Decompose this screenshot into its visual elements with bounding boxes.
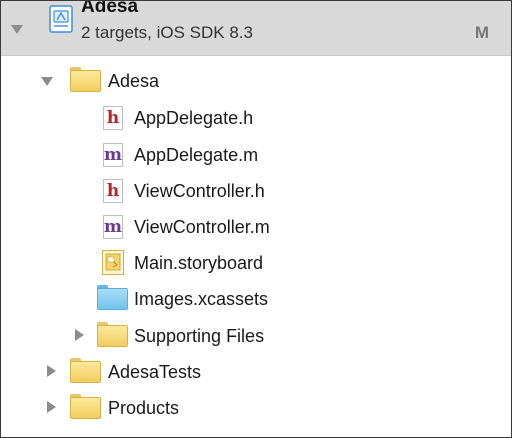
file-appdelegate-m-label: AppDelegate.m (134, 145, 259, 165)
file-main-storyboard-label: Main.storyboard (134, 253, 264, 273)
folder-icon (97, 322, 128, 347)
file-appdelegate-h-row[interactable]: h AppDelegate.h (1, 100, 511, 137)
asset-catalog-folder-icon (97, 285, 128, 310)
group-adesa-label: Adesa (108, 71, 160, 91)
folder-icon (70, 394, 101, 419)
storyboard-icon (102, 250, 124, 275)
file-viewcontroller-h-row[interactable]: h ViewController.h (1, 173, 511, 210)
project-name: Adesa (81, 0, 139, 17)
xcode-project-icon (49, 5, 73, 33)
group-products-row[interactable]: Products (1, 390, 511, 427)
disclosure-closed-icon[interactable] (47, 401, 56, 413)
file-images-xcassets-label: Images.xcassets (134, 289, 269, 309)
file-appdelegate-h-label: AppDelegate.h (134, 108, 254, 128)
group-supporting-files-row[interactable]: Supporting Files (1, 318, 511, 355)
group-supporting-files-label: Supporting Files (134, 326, 265, 346)
group-adesa-tests-row[interactable]: AdesaTests (1, 354, 511, 391)
disclosure-closed-icon[interactable] (75, 329, 84, 341)
source-control-status-badge: M (474, 23, 489, 42)
file-main-storyboard-row[interactable]: Main.storyboard (1, 245, 511, 282)
disclosure-open-icon[interactable] (41, 77, 53, 86)
project-row[interactable]: Adesa 2 targets, iOS SDK 8.3 M (1, 1, 511, 56)
file-images-xcassets-row[interactable]: Images.xcassets (1, 281, 511, 318)
folder-icon (70, 67, 101, 92)
disclosure-closed-icon[interactable] (47, 365, 56, 377)
file-viewcontroller-m-label: ViewController.m (134, 217, 270, 237)
header-file-icon: h (103, 179, 123, 203)
implementation-file-icon: m (103, 215, 123, 239)
group-products-label: Products (108, 398, 180, 418)
project-navigator: Adesa 2 targets, iOS SDK 8.3 M Adesa h A… (0, 0, 512, 438)
file-appdelegate-m-row[interactable]: m AppDelegate.m (1, 137, 511, 174)
group-adesa-row[interactable]: Adesa (1, 63, 511, 100)
file-viewcontroller-m-row[interactable]: m ViewController.m (1, 209, 511, 246)
project-subtitle: 2 targets, iOS SDK 8.3 (81, 23, 253, 42)
implementation-file-icon: m (103, 143, 123, 167)
file-viewcontroller-h-label: ViewController.h (134, 181, 265, 201)
folder-icon (70, 358, 101, 383)
disclosure-open-icon[interactable] (11, 25, 23, 34)
group-adesa-tests-label: AdesaTests (108, 362, 202, 382)
header-file-icon: h (103, 106, 123, 130)
